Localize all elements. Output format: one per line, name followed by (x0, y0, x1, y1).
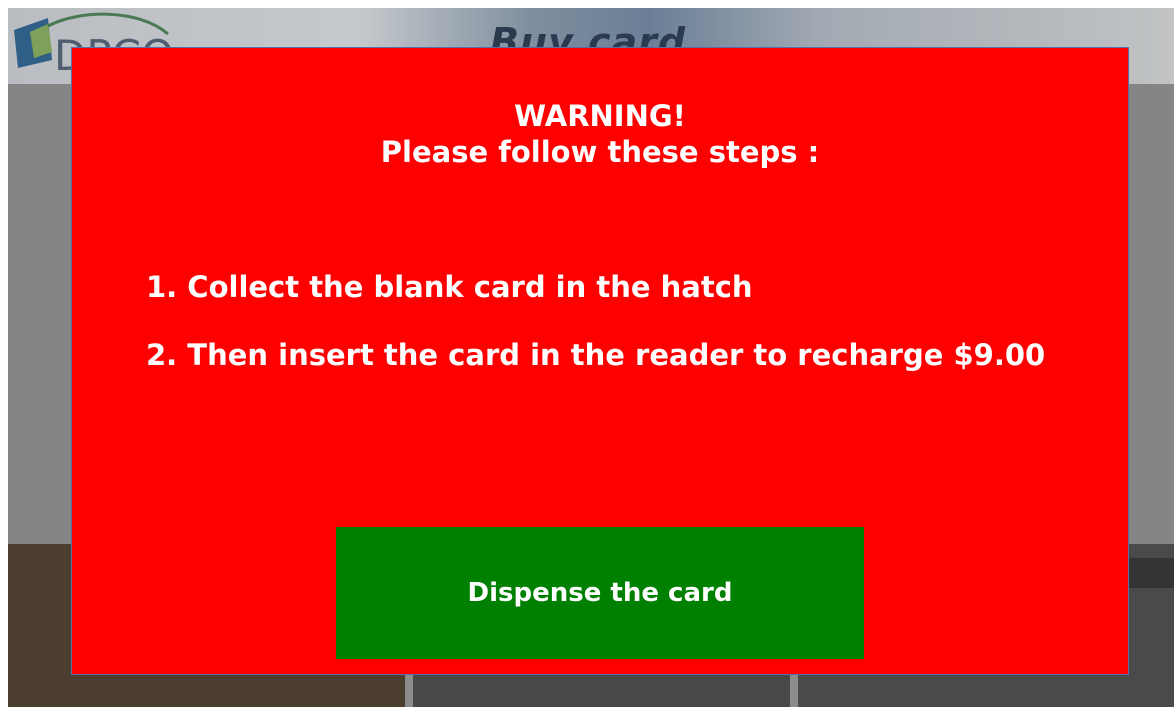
step-insert-card: 2. Then insert the card in the reader to… (146, 338, 1046, 372)
steps-list: 1. Collect the blank card in the hatch 2… (146, 270, 1116, 406)
warning-modal: WARNING! Please follow these steps : 1. … (71, 47, 1129, 675)
warning-subheading: Please follow these steps : (380, 135, 820, 169)
modal-title: WARNING! Please follow these steps : (72, 98, 1128, 170)
step-collect-card: 1. Collect the blank card in the hatch (146, 270, 753, 304)
dispense-card-button[interactable]: Dispense the card (336, 527, 864, 659)
warning-heading: WARNING! (514, 99, 686, 133)
